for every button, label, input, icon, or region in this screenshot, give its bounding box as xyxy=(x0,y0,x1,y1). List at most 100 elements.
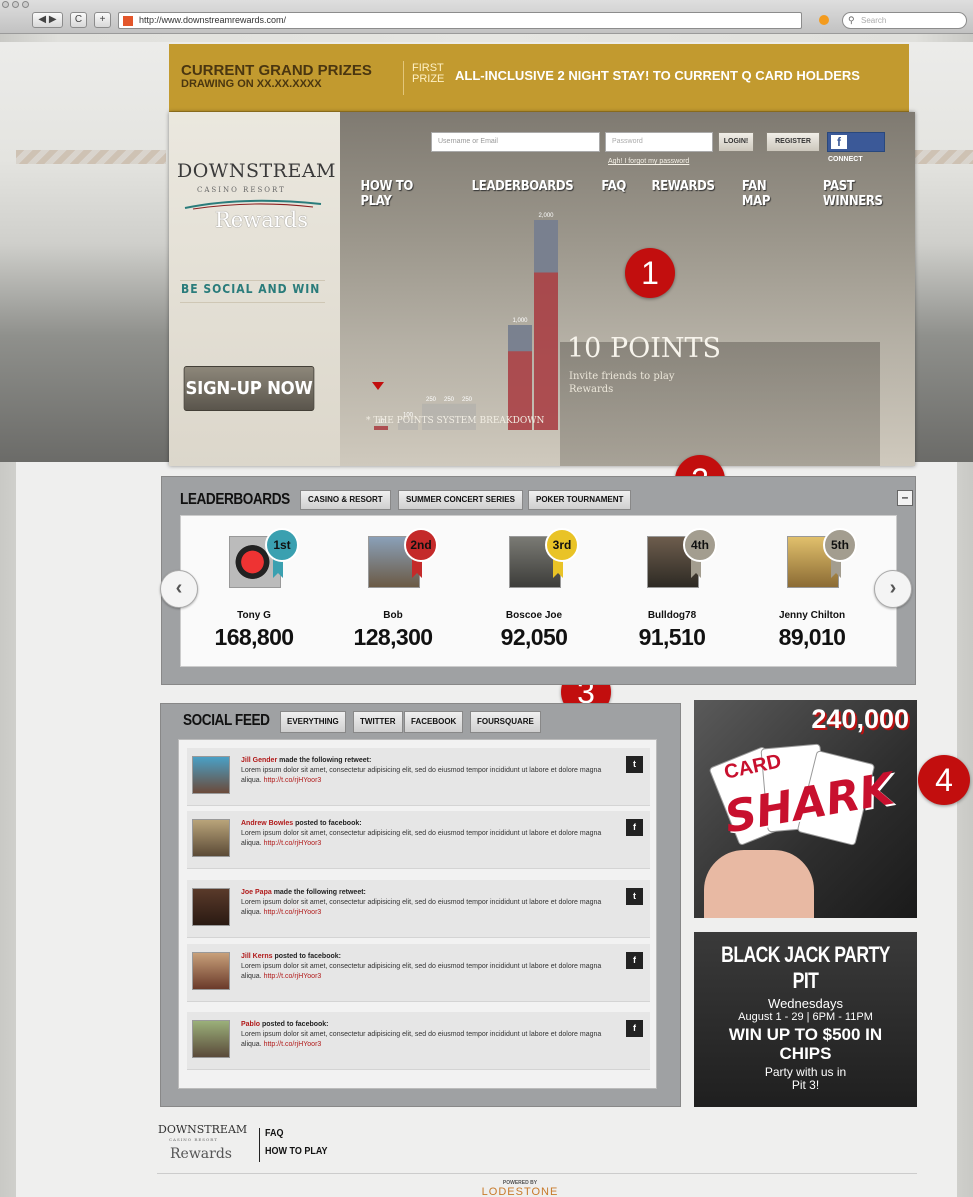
nav-faq[interactable]: FAQ xyxy=(601,179,626,209)
post-link[interactable]: http://t.co/rjHYoor3 xyxy=(264,973,322,980)
login-button[interactable]: LOGIN! xyxy=(718,132,754,152)
leaderboard-entry[interactable]: 4th Bulldog78 91,510 xyxy=(617,528,737,658)
rss-icon[interactable] xyxy=(819,15,829,25)
nav-rewards[interactable]: REWARDS xyxy=(652,179,715,209)
footer-divider xyxy=(259,1128,260,1162)
close-window-button[interactable] xyxy=(2,1,9,8)
player-name: Jenny Chilton xyxy=(778,610,846,621)
author-name[interactable]: Jill Kerns xyxy=(241,953,273,960)
leaderboard-next-button[interactable]: › xyxy=(874,570,912,608)
decor-pattern-right xyxy=(915,150,973,164)
footer-link-faq[interactable]: FAQ xyxy=(265,1128,284,1139)
feed-item[interactable]: Jill Kerns posted to facebook: Lorem ipsu… xyxy=(187,944,650,1002)
leaderboard-entry[interactable]: 1st Tony G 168,800 xyxy=(199,528,319,658)
username-input[interactable]: Username or Email xyxy=(431,132,600,152)
facebook-icon[interactable]: f xyxy=(626,1020,643,1037)
tab-poker-tournament[interactable]: POKER TOURNAMENT xyxy=(528,490,632,510)
lodestone-logo[interactable]: LODESTONE xyxy=(470,1186,570,1197)
author-name[interactable]: Joe Papa xyxy=(241,889,272,896)
avatar xyxy=(192,756,230,794)
back-forward-button[interactable]: ◀ ▶ xyxy=(32,12,63,28)
points-description: Invite friends to play Rewards xyxy=(569,371,675,395)
nav-leaderboards[interactable]: LEADERBOARDS xyxy=(472,179,574,209)
author-name[interactable]: Andrew Bowles xyxy=(241,820,293,827)
current-level-marker-icon[interactable] xyxy=(372,382,384,390)
signup-button[interactable]: SIGN-UP NOW xyxy=(183,366,315,411)
points-breakdown-link[interactable]: * THE POINTS SYSTEM BREAKDOWN xyxy=(366,416,544,426)
password-input[interactable]: Password xyxy=(605,132,713,152)
footer-link-how-to-play[interactable]: HOW TO PLAY xyxy=(265,1146,328,1157)
tab-everything[interactable]: EVERYTHING xyxy=(280,711,346,733)
add-bookmark-button[interactable]: + xyxy=(94,12,111,28)
register-button[interactable]: REGISTER xyxy=(766,132,820,152)
ad-day: Wednesdays xyxy=(768,996,843,1011)
feed-text: Andrew Bowles posted to facebook: Lorem i… xyxy=(241,819,611,849)
feed-item[interactable]: Joe Papa made the following retweet: Lore… xyxy=(187,880,650,938)
hero-sidebar: DOWNSTREAM CASINO RESORT Rewards BE SOCI… xyxy=(169,112,340,466)
footer-logo-subtitle: CASINO RESORT xyxy=(169,1137,218,1142)
points-bar-label: 250 xyxy=(444,397,455,403)
address-bar[interactable]: http://www.downstreamrewards.com/ xyxy=(118,12,802,29)
facebook-connect-button[interactable]: f CONNECT xyxy=(827,132,885,163)
leaderboard-list: 1st Tony G 168,800 2nd Bob 128,300 3rd B… xyxy=(180,515,897,667)
tab-twitter[interactable]: TWITTER xyxy=(353,711,403,733)
footer-logo-rewards: Rewards xyxy=(170,1146,232,1162)
feed-text: Pablo posted to facebook: Lorem ipsum dol… xyxy=(241,1020,611,1050)
search-placeholder: Search xyxy=(861,16,887,25)
password-placeholder: Password xyxy=(612,138,643,145)
action-text: posted to facebook: xyxy=(260,1021,329,1028)
nav-fan-map[interactable]: FAN MAP xyxy=(742,179,794,209)
social-feed-panel: SOCIAL FEED EVERYTHING TWITTER FACEBOOK … xyxy=(160,703,681,1107)
post-link[interactable]: http://t.co/rjHYoor3 xyxy=(264,1041,322,1048)
collapse-button[interactable]: – xyxy=(897,490,913,506)
player-name: Bulldog78 xyxy=(647,610,697,621)
author-name[interactable]: Jill Gender xyxy=(241,757,277,764)
player-name: Tony G xyxy=(237,610,271,621)
leaderboard-entry[interactable]: 5th Jenny Chilton 89,010 xyxy=(757,528,877,658)
player-score: 91,510 xyxy=(638,624,706,650)
black-jack-ad[interactable]: BLACK JACK PARTY PIT Wednesdays August 1… xyxy=(694,932,917,1107)
footer-logo[interactable]: DOWNSTREAM xyxy=(158,1123,247,1136)
avatar xyxy=(192,819,230,857)
leaderboard-entry[interactable]: 3rd Boscoe Joe 92,050 xyxy=(479,528,599,658)
twitter-icon[interactable]: t xyxy=(626,756,643,773)
author-name[interactable]: Pablo xyxy=(241,1021,260,1028)
username-placeholder: Username or Email xyxy=(438,138,498,145)
forgot-password-link[interactable]: Agh! I forgot my password xyxy=(608,158,689,165)
callout-badge: 4 xyxy=(918,755,970,805)
post-link[interactable]: http://t.co/rjHYoor3 xyxy=(264,909,322,916)
facebook-icon[interactable]: f xyxy=(626,952,643,969)
window-controls xyxy=(2,1,29,8)
post-link[interactable]: http://t.co/rjHYoor3 xyxy=(264,777,322,784)
reload-button[interactable]: C xyxy=(70,12,87,28)
ad-cta: Party with us in Pit 3! xyxy=(764,1065,847,1092)
ad-jackpot-amount: 240,000 xyxy=(811,704,909,734)
hero-visual: 10 100 250 250 250 1,000 2,000 Username or Ema… xyxy=(340,112,915,466)
ad-dates: August 1 - 29 | 6PM - 11PM xyxy=(738,1011,873,1023)
card-shark-ad[interactable]: 240,000 CARD SHARK xyxy=(694,700,917,918)
tab-foursquare[interactable]: FOURSQUARE xyxy=(470,711,541,733)
leaderboard-prev-button[interactable]: ‹ xyxy=(160,570,198,608)
points-bar-cap xyxy=(534,220,558,273)
nav-how-to-play[interactable]: HOW TO PLAY xyxy=(360,179,440,209)
feed-item[interactable]: Andrew Bowles posted to facebook: Lorem i… xyxy=(187,811,650,869)
feed-item[interactable]: Pablo posted to facebook: Lorem ipsum dol… xyxy=(187,1012,650,1070)
browser-toolbar: ◀ ▶ C + http://www.downstreamrewards.com… xyxy=(0,0,973,34)
minimize-window-button[interactable] xyxy=(12,1,19,8)
logo-wordmark[interactable]: DOWNSTREAM xyxy=(177,160,336,182)
tab-facebook[interactable]: FACEBOOK xyxy=(404,711,464,733)
post-link[interactable]: http://t.co/rjHYoor3 xyxy=(264,840,322,847)
logo-subtitle: CASINO RESORT xyxy=(197,186,286,194)
avatar xyxy=(192,952,230,990)
tab-summer-concert-series[interactable]: SUMMER CONCERT SERIES xyxy=(398,490,523,510)
browser-search-input[interactable]: ⚲ Search xyxy=(842,12,967,29)
site-favicon-icon xyxy=(123,16,133,26)
zoom-window-button[interactable] xyxy=(22,1,29,8)
leaderboards-panel: LEADERBOARDS CASINO & RESORT SUMMER CONC… xyxy=(161,476,916,685)
tab-casino-resort[interactable]: CASINO & RESORT xyxy=(300,490,391,510)
twitter-icon[interactable]: t xyxy=(626,888,643,905)
feed-item[interactable]: Jill Gender made the following retweet: L… xyxy=(187,748,650,806)
leaderboard-entry[interactable]: 2nd Bob 128,300 xyxy=(338,528,458,658)
facebook-icon[interactable]: f xyxy=(626,819,643,836)
nav-past-winners[interactable]: PAST WINNERS xyxy=(823,179,910,209)
